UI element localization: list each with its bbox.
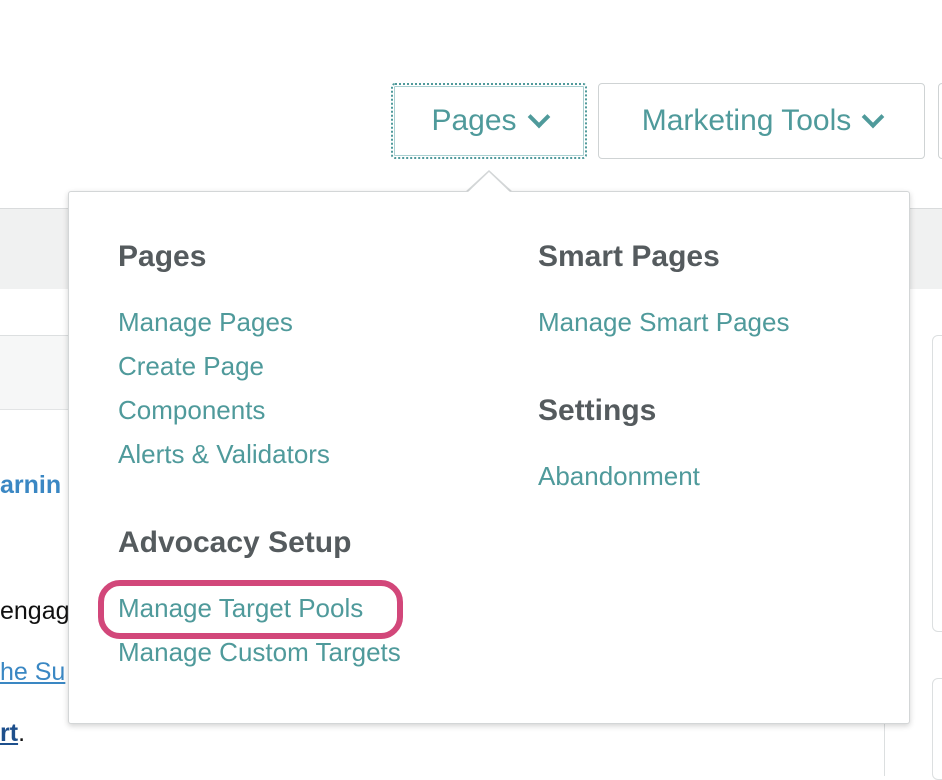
background-link-support-text[interactable]: rt	[0, 719, 18, 747]
nav-pages-button[interactable]: Pages	[391, 83, 587, 159]
menu-heading-smart-pages: Smart Pages	[538, 240, 720, 273]
background-link[interactable]: he Su	[0, 658, 70, 687]
menu-heading-pages: Pages	[118, 240, 207, 273]
menu-item-manage-custom-targets[interactable]: Manage Custom Targets	[118, 637, 401, 668]
background-punctuation: .	[18, 719, 26, 747]
side-card	[932, 335, 942, 632]
menu-heading-advocacy-setup: Advocacy Setup	[118, 526, 352, 559]
menu-heading-settings: Settings	[538, 394, 657, 427]
menu-item-manage-target-pools[interactable]: Manage Target Pools	[118, 593, 363, 624]
nav-marketing-tools-label: Marketing Tools	[641, 104, 852, 137]
menu-item-create-page[interactable]: Create Page	[118, 351, 264, 382]
menu-item-manage-pages[interactable]: Manage Pages	[118, 307, 293, 338]
menu-item-alerts-validators[interactable]: Alerts & Validators	[118, 439, 330, 470]
chevron-down-icon	[861, 105, 885, 129]
side-card-lower	[932, 678, 942, 780]
chevron-down-icon	[527, 105, 550, 129]
background-body-text: engag	[0, 597, 70, 625]
nav-pages-label: Pages	[431, 104, 517, 137]
nav-next-button-partial[interactable]	[938, 83, 942, 159]
dropdown-caret	[467, 172, 511, 193]
menu-item-components[interactable]: Components	[118, 395, 265, 426]
background-heading: arnin	[0, 471, 62, 499]
menu-item-manage-smart-pages[interactable]: Manage Smart Pages	[538, 307, 789, 338]
menu-item-abandonment[interactable]: Abandonment	[538, 461, 700, 492]
nav-marketing-tools-button[interactable]: Marketing Tools	[598, 83, 925, 159]
background-link-support: rt.	[0, 719, 40, 748]
